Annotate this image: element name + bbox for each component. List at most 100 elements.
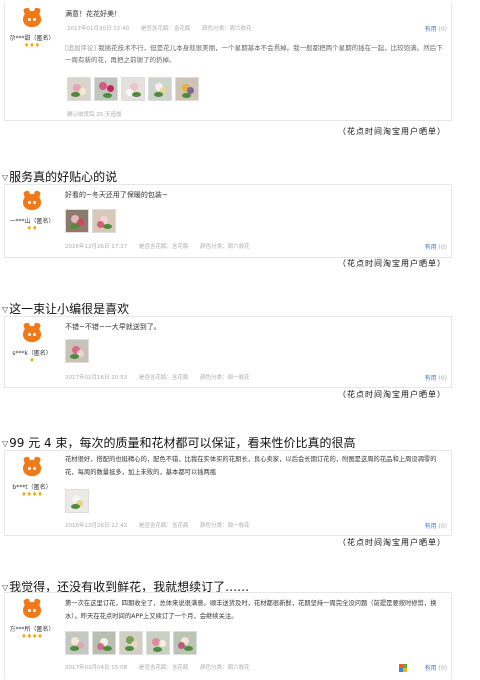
review-text: 第一次在这里订花，四期收全了，总体来说很满意。顺丰送货及时，花材都很新鲜，花期坚…: [65, 600, 437, 620]
section-heading: ▽这一束让小编很是喜欢: [2, 300, 129, 317]
followup-meta: 确认收货后 25 天追加: [67, 112, 122, 118]
triangle-icon: ▽: [2, 305, 9, 314]
reviewer: b***t（匿名） ♦♦♦♦: [5, 451, 59, 499]
heading-text: 99 元 4 束，每次的质量和花材都可以保证，看来性价比真的很高: [9, 436, 356, 450]
photo-thumbnail[interactable]: [65, 631, 89, 655]
reviewer-name[interactable]: b***t（匿名）: [5, 482, 59, 491]
reviewer: s***k（匿名） ♦: [5, 317, 59, 365]
review-card: b***t（匿名） ♦♦♦♦ 花材很好，搭配的也挺精心的，配色不错，比我在实体买…: [4, 450, 452, 536]
caption: （花点时间淘宝用户晒单）: [338, 127, 446, 136]
review-2: ▽服务真的好贴心的说 一***山（匿名） ♦♦ 好看的~冬天还用了保暖的包装~ …: [0, 164, 480, 274]
rank-badge: ♦♦: [26, 225, 38, 232]
caption: （花点时间淘宝用户晒单）: [338, 538, 446, 547]
review-meta: 2016年12月26日 17:37 是否含花瓶：含花瓶 颜色分类：周六收花: [65, 242, 260, 250]
rank-badge: ♦♦♦: [23, 42, 41, 49]
reviewer: 尕***甜（匿名） ♦♦♦: [5, 2, 59, 50]
review-meta: 2017年03月04日 15:08 是否含花瓶：含花瓶 颜色分类：周六收花: [65, 663, 260, 671]
photo-thumbnail[interactable]: [94, 77, 118, 101]
review-photos: [67, 77, 199, 101]
review-meta: 2017年01月30日 22:40 是否含花瓶：含花瓶 颜色分类：周六收花: [67, 24, 262, 32]
useful-count: (0): [438, 665, 448, 672]
useful-label[interactable]: 有用: [425, 665, 437, 672]
review-text: 花材很好，搭配的也挺精心的，配色不错，比我在实体买的花期长，良心卖家，以后会长期…: [65, 456, 437, 476]
useful-label[interactable]: 有用: [425, 244, 437, 251]
review-card: 方***所（匿名） ♦♦♦♦ 第一次在这里订花，四期收全了，总体来说很满意。顺丰…: [4, 592, 452, 679]
section-heading: ▽99 元 4 束，每次的质量和花材都可以保证，看来性价比真的很高: [2, 434, 356, 451]
avatar[interactable]: [21, 456, 43, 479]
review-photos: [65, 631, 197, 655]
photo-thumbnail[interactable]: [67, 77, 91, 101]
useful-button[interactable]: 有用 (0): [425, 663, 447, 672]
review-photos: [65, 489, 89, 513]
triangle-icon: ▽: [2, 439, 9, 448]
review-color: 颜色分类：周六收花: [200, 244, 250, 250]
useful-button[interactable]: 有用 (0): [425, 521, 447, 530]
followup-tag: [追加评论]: [65, 44, 97, 52]
rank-badge: ♦: [29, 357, 35, 364]
heading-text: 这一束让小编很是喜欢: [9, 302, 130, 316]
avatar[interactable]: [21, 598, 43, 621]
review-card: 一***山（匿名） ♦♦ 好看的~冬天还用了保暖的包装~ 2016年12月26日…: [4, 184, 452, 258]
heading-text: 服务真的好贴心的说: [9, 170, 118, 184]
photo-thumbnail[interactable]: [148, 77, 172, 101]
review-date: 2017年03月04日 15:08: [65, 665, 128, 671]
caption: （花点时间淘宝用户晒单）: [338, 390, 446, 399]
review-color: 颜色分类：周一收花: [200, 375, 250, 381]
useful-label[interactable]: 有用: [425, 375, 437, 382]
photo-thumbnail[interactable]: [65, 339, 89, 363]
photo-thumbnail[interactable]: [65, 489, 89, 513]
reviewer-name[interactable]: 方***所（匿名）: [5, 624, 59, 633]
review-meta: 2017年01月16日 20:53 是否含花瓶：含花瓶 颜色分类：周一收花: [65, 373, 260, 381]
reviewer-name[interactable]: 一***山（匿名）: [5, 216, 59, 225]
useful-button[interactable]: 有用 (0): [425, 242, 447, 251]
reviewer: 方***所（匿名） ♦♦♦♦: [5, 593, 59, 641]
photo-thumbnail[interactable]: [92, 209, 116, 233]
photo-thumbnail[interactable]: [119, 631, 143, 655]
caption: （花点时间淘宝用户晒单）: [338, 259, 446, 268]
taobao-app-icon: [399, 664, 407, 672]
review-vase: 是否含花瓶：含花瓶: [138, 523, 189, 529]
useful-label[interactable]: 有用: [425, 26, 437, 33]
review-date: 2017年01月16日 20:53: [65, 375, 128, 381]
review-5: ▽我觉得，还没有收到鲜花，我就想续订了…… 方***所（匿名） ♦♦♦♦ 第一次…: [0, 574, 480, 680]
photo-thumbnail[interactable]: [173, 631, 197, 655]
review-vase: 是否含花瓶：含花瓶: [138, 244, 189, 250]
rank-badge: ♦♦♦♦: [21, 633, 43, 640]
review-color: 颜色分类：周六收花: [200, 665, 250, 671]
section-heading: ▽服务真的好贴心的说: [2, 168, 117, 185]
reviewer-name[interactable]: 尕***甜（匿名）: [5, 33, 59, 42]
review-photos: [65, 339, 89, 363]
photo-thumbnail[interactable]: [175, 77, 199, 101]
useful-count: (0): [438, 523, 448, 530]
review-date: 2016年12月26日 17:37: [65, 244, 128, 250]
reviewer-name[interactable]: s***k（匿名）: [5, 348, 59, 357]
review-meta: 2016年12月26日 22:42 是否含花瓶：含花瓶 颜色分类：周一收花: [65, 521, 260, 529]
review-color: 颜色分类：周六收花: [202, 26, 252, 32]
useful-button[interactable]: 有用 (0): [425, 24, 447, 33]
review-vase: 是否含花瓶：含花瓶: [138, 375, 189, 381]
avatar[interactable]: [21, 322, 43, 345]
triangle-icon: ▽: [2, 173, 9, 182]
photo-thumbnail[interactable]: [65, 209, 89, 233]
review-3: ▽这一束让小编很是喜欢 s***k（匿名） ♦ 不错~不错~一大早就送到了。 2…: [0, 296, 480, 406]
useful-button[interactable]: 有用 (0): [425, 373, 447, 382]
photo-thumbnail[interactable]: [92, 631, 116, 655]
review-vase: 是否含花瓶：含花瓶: [140, 26, 191, 32]
review-text: 满意！花花好美！: [65, 10, 121, 18]
review-text: 不错~不错~一大早就送到了。: [65, 323, 161, 331]
useful-count: (0): [438, 26, 448, 33]
avatar[interactable]: [21, 7, 43, 30]
review-date: 2017年01月30日 22:40: [67, 26, 130, 32]
review-1: 尕***甜（匿名） ♦♦♦ 满意！花花好美！ 2017年01月30日 22:40…: [0, 0, 480, 140]
triangle-icon: ▽: [2, 583, 9, 592]
useful-count: (0): [438, 375, 448, 382]
useful-label[interactable]: 有用: [425, 523, 437, 530]
followup-comment: [追加评论] 我插花技术不行，但是花儿本身就很美丽，一个星期基本不会焉掉。我一般…: [65, 42, 443, 66]
photo-thumbnail[interactable]: [121, 77, 145, 101]
photo-thumbnail[interactable]: [146, 631, 170, 655]
review-card: 尕***甜（匿名） ♦♦♦ 满意！花花好美！ 2017年01月30日 22:40…: [4, 2, 452, 121]
review-photos: [65, 209, 116, 233]
useful-count: (0): [438, 244, 448, 251]
avatar[interactable]: [21, 190, 43, 213]
review-color: 颜色分类：周一收花: [200, 523, 250, 529]
